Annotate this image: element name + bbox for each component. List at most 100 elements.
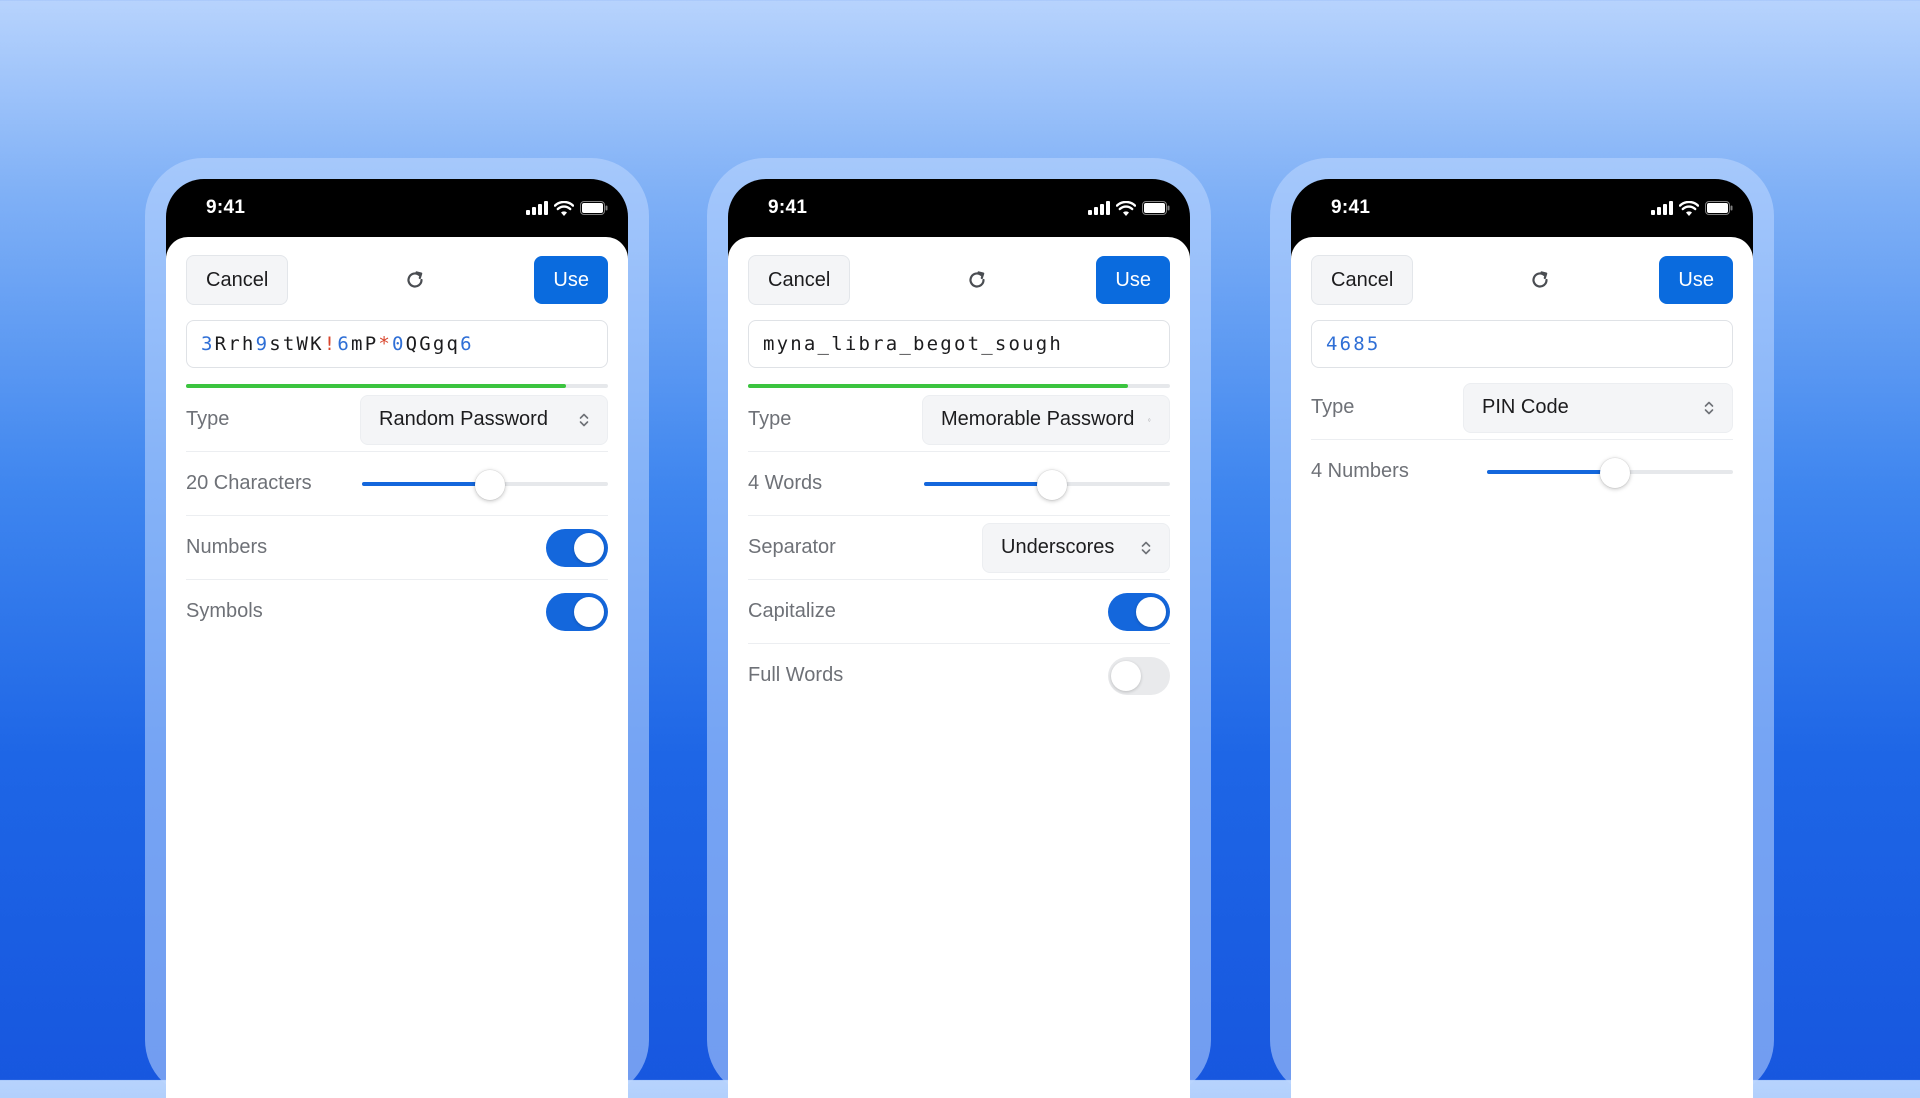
toggle-knob — [574, 596, 604, 627]
strength-meter-fill — [748, 384, 1128, 388]
phone-frame-memorable: 9:41 Cancel Use myna_libra_begot_sough T… — [707, 158, 1211, 1098]
strength-meter — [748, 384, 1170, 388]
cancel-button[interactable]: Cancel — [748, 255, 851, 305]
battery-icon — [580, 201, 608, 215]
cellular-signal-icon — [1651, 201, 1673, 215]
length-slider[interactable] — [362, 469, 608, 500]
numbers-row: Numbers — [186, 516, 608, 580]
slider-thumb[interactable] — [1036, 469, 1067, 500]
status-time: 9:41 — [1331, 197, 1371, 218]
status-bar: 9:41 — [166, 179, 628, 237]
type-label: Type — [186, 408, 230, 430]
numbers-label: Numbers — [186, 536, 268, 558]
type-select-value: Memorable Password — [941, 408, 1135, 430]
slider-fill — [362, 481, 490, 486]
type-row: Type Memorable Password — [748, 388, 1170, 452]
phone-screen: 9:41 Cancel Use myna_libra_begot_sough T… — [728, 179, 1190, 1098]
status-bar: 9:41 — [728, 179, 1190, 237]
full-words-label: Full Words — [748, 664, 844, 686]
slider-thumb[interactable] — [1599, 457, 1630, 488]
use-button[interactable]: Use — [1659, 256, 1733, 304]
capitalize-label: Capitalize — [748, 600, 836, 622]
length-label: 4 Numbers — [1311, 460, 1409, 482]
full-words-row: Full Words — [748, 644, 1170, 707]
capitalize-row: Capitalize — [748, 580, 1170, 644]
type-select[interactable]: Memorable Password — [922, 394, 1170, 445]
separator-select-value: Underscores — [1001, 536, 1115, 558]
phone-frame-pin: 9:41 Cancel Use 4685 Type PIN Code 4 Num… — [1270, 158, 1774, 1098]
length-slider[interactable] — [1487, 457, 1733, 488]
full-words-toggle[interactable] — [1108, 656, 1170, 695]
length-slider[interactable] — [924, 469, 1170, 500]
use-button[interactable]: Use — [1096, 256, 1170, 304]
chevron-up-down-icon — [1704, 401, 1714, 414]
cancel-button[interactable]: Cancel — [186, 255, 289, 305]
wifi-icon — [1116, 200, 1136, 216]
wifi-icon — [1679, 200, 1699, 216]
slider-thumb[interactable] — [474, 469, 505, 500]
toggle-knob — [1111, 660, 1141, 691]
phone-frame-random: 9:41 Cancel Use 3Rrh9stWK!6mP*0QGgq6 Typ… — [145, 158, 649, 1098]
generator-sheet: Cancel Use 3Rrh9stWK!6mP*0QGgq6 Type Ran… — [166, 237, 628, 1098]
numbers-toggle[interactable] — [546, 528, 608, 567]
separator-row: Separator Underscores — [748, 516, 1170, 580]
toolbar: Cancel Use — [186, 255, 608, 305]
generated-pin-field[interactable]: 4685 — [1311, 320, 1733, 368]
strength-meter — [186, 384, 608, 388]
refresh-button[interactable] — [1522, 262, 1558, 298]
slider-fill — [924, 481, 1052, 486]
generated-password-field[interactable]: myna_libra_begot_sough — [748, 320, 1170, 368]
chevron-up-down-icon — [1148, 417, 1151, 422]
chevron-up-down-icon — [579, 413, 589, 426]
type-select[interactable]: PIN Code — [1463, 382, 1733, 433]
status-icons — [1651, 200, 1733, 216]
wifi-icon — [554, 200, 574, 216]
capitalize-toggle[interactable] — [1108, 592, 1170, 631]
generated-password: myna_libra_begot_sough — [763, 333, 1064, 355]
type-label: Type — [748, 408, 792, 430]
generator-sheet: Cancel Use myna_libra_begot_sough Type M… — [728, 237, 1190, 1098]
generated-password: 3Rrh9stWK!6mP*0QGgq6 — [201, 333, 474, 355]
type-select-value: PIN Code — [1482, 396, 1569, 418]
symbols-label: Symbols — [186, 600, 263, 622]
strength-meter-fill — [186, 384, 566, 388]
length-row: 4 Numbers — [1311, 440, 1733, 503]
generator-sheet: Cancel Use 4685 Type PIN Code 4 Numbers — [1291, 237, 1753, 1098]
refresh-button[interactable] — [397, 262, 433, 298]
separator-select[interactable]: Underscores — [982, 522, 1170, 573]
separator-label: Separator — [748, 536, 836, 558]
type-select-value: Random Password — [379, 408, 548, 430]
refresh-button[interactable] — [959, 262, 995, 298]
phone-screen: 9:41 Cancel Use 4685 Type PIN Code 4 Num… — [1291, 179, 1753, 1098]
status-time: 9:41 — [768, 197, 808, 218]
status-icons — [1088, 200, 1170, 216]
toolbar: Cancel Use — [748, 255, 1170, 305]
length-label: 20 Characters — [186, 472, 312, 494]
generated-password-field[interactable]: 3Rrh9stWK!6mP*0QGgq6 — [186, 320, 608, 368]
symbols-row: Symbols — [186, 580, 608, 643]
refresh-icon — [969, 271, 985, 288]
toggle-knob — [574, 532, 604, 563]
length-row: 4 Words — [748, 452, 1170, 516]
chevron-up-down-icon — [1141, 541, 1151, 554]
type-row: Type Random Password — [186, 388, 608, 452]
type-row: Type PIN Code — [1311, 376, 1733, 440]
length-label: 4 Words — [748, 472, 823, 494]
type-select[interactable]: Random Password — [360, 394, 608, 445]
generated-pin: 4685 — [1326, 333, 1381, 355]
symbols-toggle[interactable] — [546, 592, 608, 631]
length-row: 20 Characters — [186, 452, 608, 516]
cellular-signal-icon — [1088, 201, 1110, 215]
toggle-knob — [1136, 596, 1166, 627]
status-icons — [526, 200, 608, 216]
toolbar: Cancel Use — [1311, 255, 1733, 305]
use-button[interactable]: Use — [534, 256, 608, 304]
status-bar: 9:41 — [1291, 179, 1753, 237]
refresh-icon — [407, 271, 423, 288]
cellular-signal-icon — [526, 201, 548, 215]
battery-icon — [1142, 201, 1170, 215]
phone-screen: 9:41 Cancel Use 3Rrh9stWK!6mP*0QGgq6 Typ… — [166, 179, 628, 1098]
battery-icon — [1705, 201, 1733, 215]
type-label: Type — [1311, 396, 1355, 418]
cancel-button[interactable]: Cancel — [1311, 255, 1414, 305]
